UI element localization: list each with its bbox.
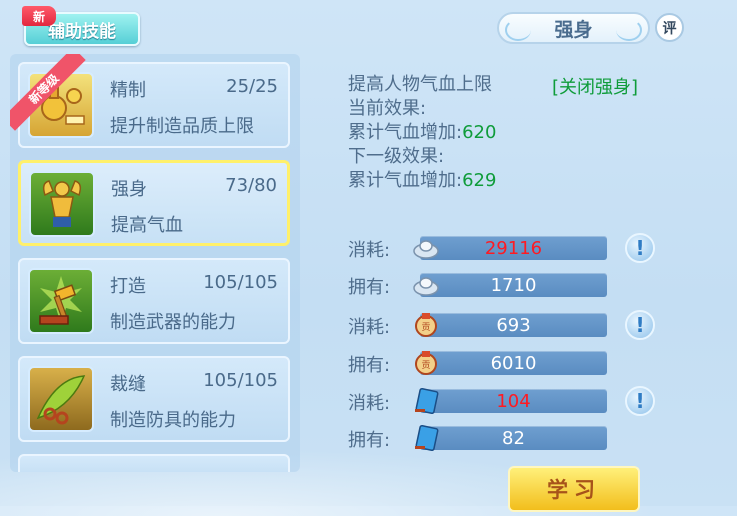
- muscle-man-icon: [29, 171, 95, 237]
- skill-level: 73/80: [225, 175, 277, 196]
- skill-desc: 制造武器的能力: [110, 312, 236, 333]
- skill-title-bar: 强身: [497, 12, 650, 44]
- skill-item-forge[interactable]: 打造 105/105 制造武器的能力: [18, 258, 290, 344]
- learn-button[interactable]: 学习: [508, 466, 640, 512]
- skill-name: 精制: [110, 80, 146, 101]
- scissors-leaf-icon: [28, 366, 94, 432]
- cloud-ornament-icon: [505, 19, 531, 41]
- skill-name: 强身: [111, 179, 147, 200]
- skill-book-icon: [412, 424, 440, 452]
- current-effect-stat: 累计气血增加:620: [348, 122, 497, 143]
- cloud-ornament-icon: [616, 19, 642, 41]
- hammer-anvil-icon: [28, 268, 94, 334]
- cost-label: 消耗:: [348, 317, 391, 338]
- skill-item-refine[interactable]: 新等级 精制 25/25 提升制造品质上限: [10, 54, 290, 148]
- skill-item-strengthen[interactable]: 强身 73/80 提高气血: [18, 160, 290, 246]
- owned-value: 82: [420, 426, 607, 450]
- cost-label: 消耗:: [348, 393, 391, 414]
- owned-label: 拥有:: [348, 430, 391, 451]
- skill-item-partial[interactable]: [18, 454, 290, 472]
- cost-value: 693: [420, 313, 607, 337]
- owned-label: 拥有:: [348, 355, 391, 376]
- svg-text:贡: 贡: [421, 360, 430, 371]
- cost-label: 消耗:: [348, 240, 391, 261]
- contribution-medal-icon: 贡: [412, 311, 440, 339]
- evaluate-button[interactable]: 评: [655, 13, 684, 42]
- owned-value: 6010: [420, 351, 607, 375]
- skill-list[interactable]: 新等级 精制 25/25 提升制造品质上限 强身 73/80 提高气血 打造 1…: [10, 54, 300, 472]
- skill-effect-info: 提高人物气血上限 当前效果: 累计气血增加:620 下一级效果: 累计气血增加:…: [348, 73, 496, 193]
- skill-level: 105/105: [203, 272, 278, 293]
- skill-level: 25/25: [226, 76, 278, 97]
- skill-effect-desc: 提高人物气血上限: [348, 74, 492, 95]
- skill-desc: 制造防具的能力: [110, 410, 236, 431]
- owned-value: 1710: [420, 273, 607, 297]
- next-effect-label: 下一级效果:: [348, 146, 445, 167]
- skill-title: 强身: [554, 18, 593, 41]
- skill-item-tailor[interactable]: 裁缝 105/105 制造防具的能力: [18, 356, 290, 442]
- assist-skills-tab-label: 辅助技能: [48, 21, 116, 42]
- current-effect-label: 当前效果:: [348, 98, 427, 119]
- close-strengthen-link[interactable]: [关闭强身]: [552, 73, 638, 99]
- svg-text:贡: 贡: [421, 322, 430, 333]
- silver-ingot-icon: [412, 234, 440, 262]
- skill-desc: 提升制造品质上限: [110, 116, 254, 137]
- cost-value: 29116: [420, 236, 607, 260]
- contribution-medal-icon: 贡: [412, 349, 440, 377]
- info-alert-icon[interactable]: !: [625, 386, 655, 416]
- skill-desc: 提高气血: [111, 215, 183, 236]
- skill-name: 裁缝: [110, 374, 146, 395]
- info-alert-icon[interactable]: !: [625, 310, 655, 340]
- cost-value: 104: [420, 389, 607, 413]
- skill-level: 105/105: [203, 370, 278, 391]
- skill-name: 打造: [110, 276, 146, 297]
- next-effect-stat: 累计气血增加:629: [348, 170, 497, 191]
- info-alert-icon[interactable]: !: [625, 233, 655, 263]
- new-badge: 新: [22, 6, 56, 26]
- skill-book-icon: [412, 387, 440, 415]
- owned-label: 拥有:: [348, 277, 391, 298]
- silver-ingot-icon: [412, 271, 440, 299]
